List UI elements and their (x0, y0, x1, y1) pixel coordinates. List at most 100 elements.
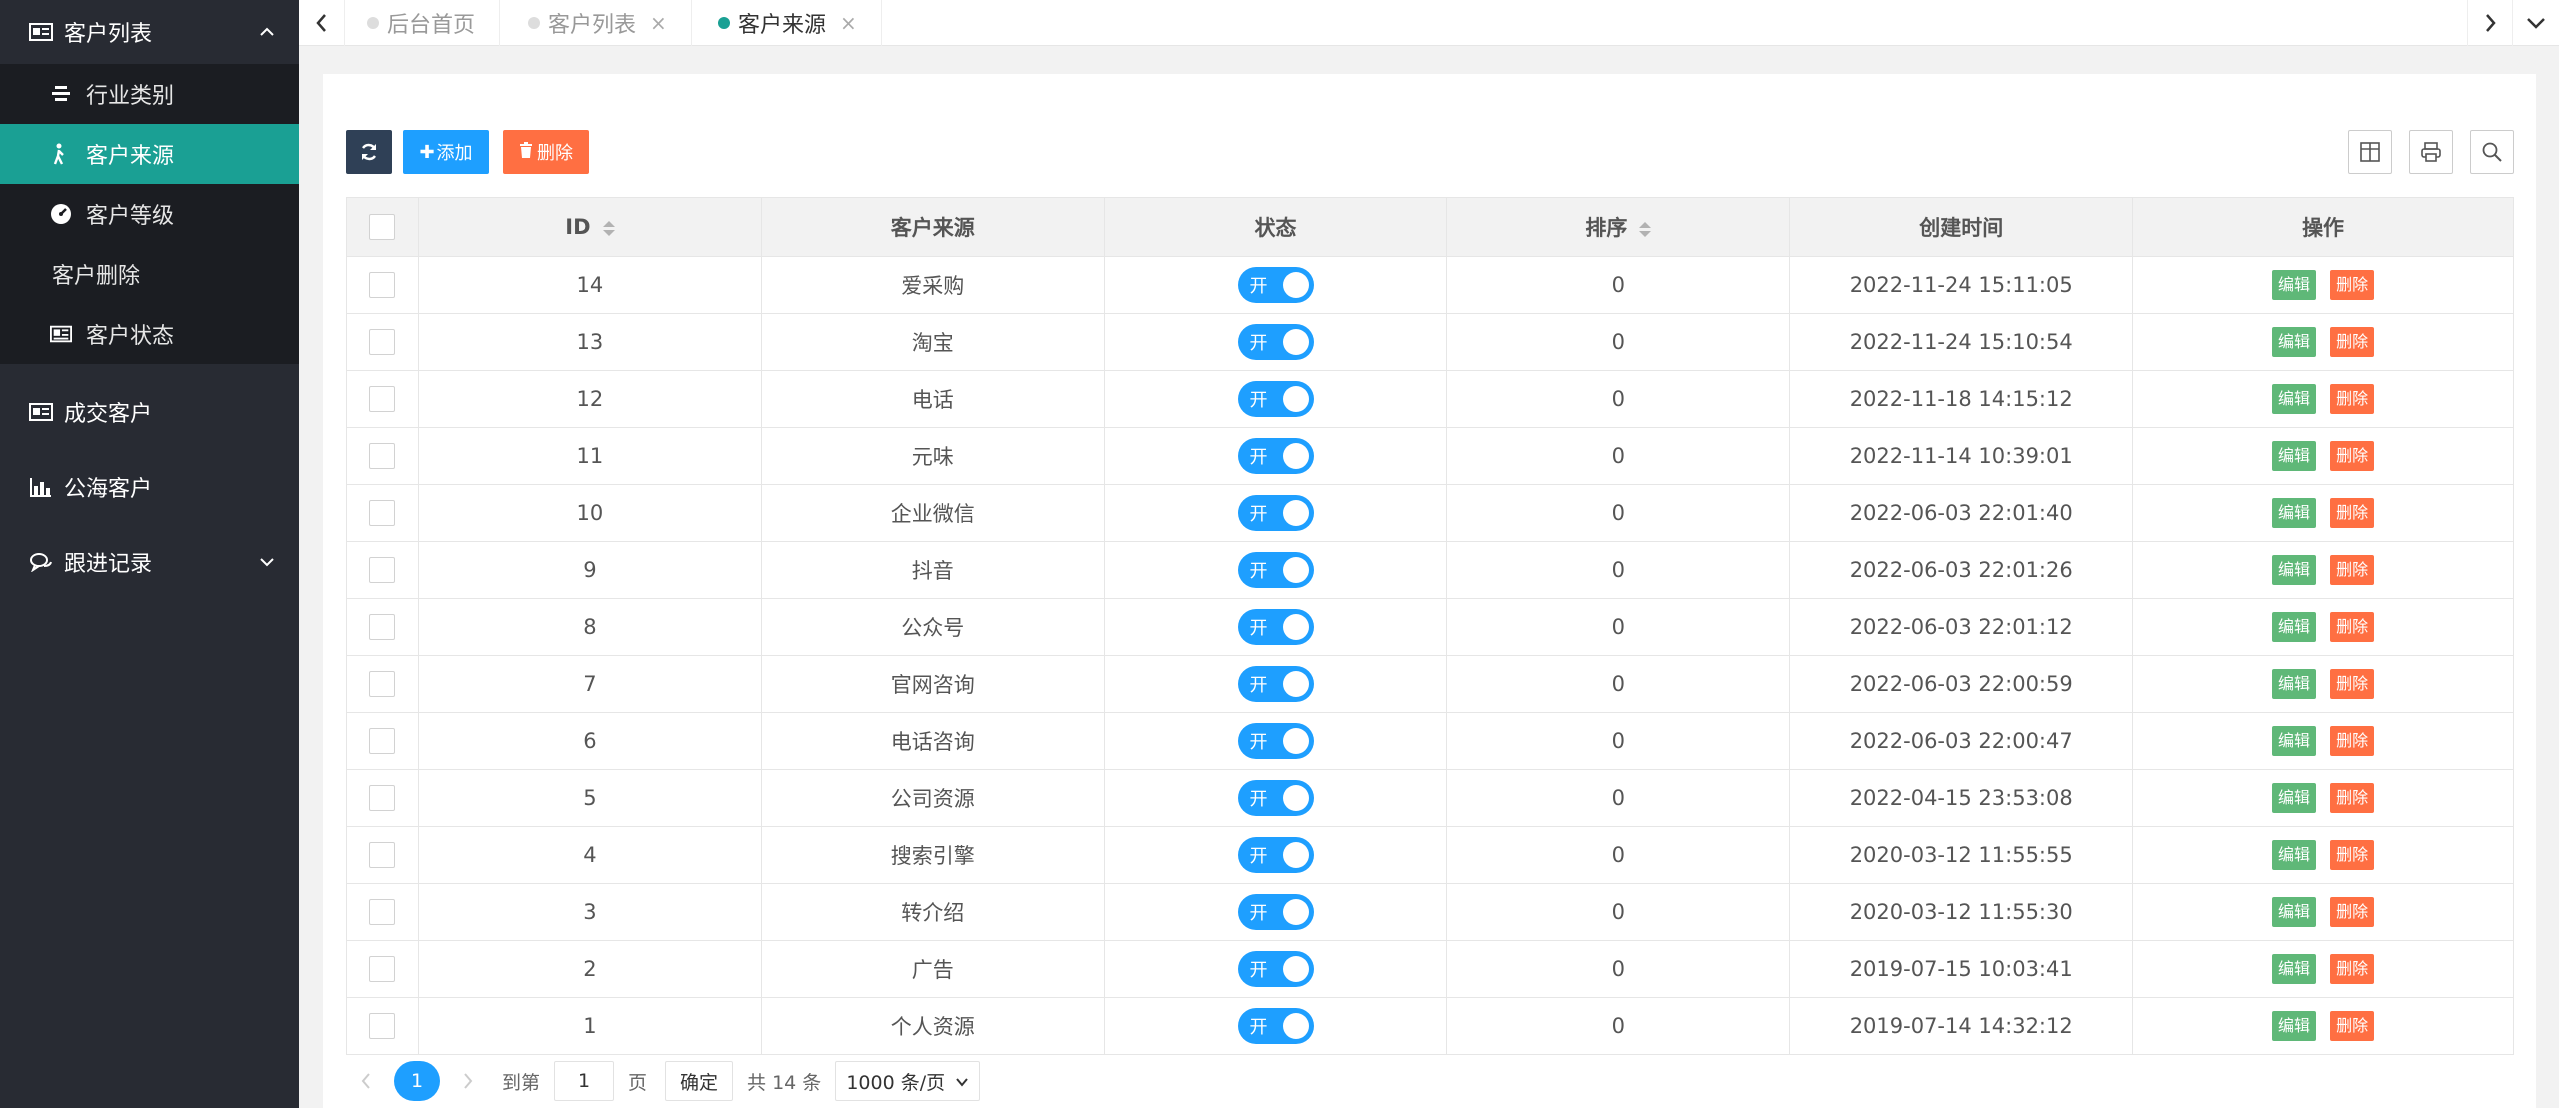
edit-button[interactable]: 编辑 (2272, 726, 2317, 756)
prev-page-button[interactable] (346, 1071, 386, 1091)
goto-confirm-button[interactable]: 确定 (665, 1061, 734, 1101)
delete-button[interactable]: 删除 (2330, 555, 2375, 585)
row-checkbox[interactable] (369, 785, 396, 811)
row-check-cell (346, 997, 419, 1055)
close-icon[interactable]: × (650, 11, 667, 35)
row-checkbox[interactable] (369, 500, 396, 526)
edit-button[interactable]: 编辑 (2272, 498, 2317, 528)
tab-customer-list[interactable]: 客户列表 × (506, 0, 692, 46)
row-checkbox[interactable] (369, 842, 396, 868)
delete-button[interactable]: 删除 (2330, 441, 2375, 471)
next-page-button[interactable] (448, 1071, 488, 1091)
sidebar-item-deleted[interactable]: 客户删除 (0, 244, 299, 304)
sidebar-item-industry[interactable]: 行业类别 (0, 64, 299, 124)
status-switch[interactable]: 开 (1237, 381, 1314, 417)
row-checkbox[interactable] (369, 899, 396, 925)
row-checkbox[interactable] (369, 557, 396, 583)
nav-group-public-customers[interactable]: 公海客户 (0, 449, 299, 524)
header-sort[interactable]: 排序 (1446, 197, 1791, 257)
delete-button[interactable]: 删除 (2330, 498, 2375, 528)
status-switch[interactable]: 开 (1237, 495, 1314, 531)
delete-button[interactable]: 删除 (2330, 384, 2375, 414)
status-switch[interactable]: 开 (1237, 837, 1314, 873)
page-size-value: 1000 条/页 (846, 1071, 946, 1094)
add-button-label: 添加 (436, 143, 473, 164)
delete-button[interactable]: 删除 (2330, 612, 2375, 642)
goto-page-input[interactable]: 1 (554, 1061, 615, 1101)
tab-customer-source[interactable]: 客户来源 × (696, 0, 882, 46)
sort-icon[interactable] (1639, 221, 1652, 237)
delete-button[interactable]: 删除 (2330, 669, 2375, 699)
row-checkbox[interactable] (369, 329, 396, 355)
sort-icon[interactable] (602, 220, 615, 236)
status-switch[interactable]: 开 (1237, 1008, 1314, 1044)
row-checkbox[interactable] (369, 272, 396, 298)
row-checkbox[interactable] (369, 1013, 396, 1039)
status-switch[interactable]: 开 (1237, 780, 1314, 816)
row-checkbox[interactable] (369, 614, 396, 640)
delete-button[interactable]: 删除 (2330, 897, 2375, 927)
edit-button[interactable]: 编辑 (2272, 327, 2317, 357)
delete-button[interactable]: 删除 (2330, 1011, 2375, 1041)
edit-button[interactable]: 编辑 (2272, 270, 2317, 300)
switch-label: 开 (1249, 504, 1268, 525)
edit-button[interactable]: 编辑 (2272, 441, 2317, 471)
edit-button[interactable]: 编辑 (2272, 669, 2317, 699)
edit-button[interactable]: 编辑 (2272, 897, 2317, 927)
current-page[interactable]: 1 (394, 1061, 440, 1101)
delete-button[interactable]: 删除 (2330, 726, 2375, 756)
delete-button[interactable]: 删除 (2330, 954, 2375, 984)
print-button[interactable] (2409, 130, 2453, 174)
sidebar-item-source[interactable]: 客户来源 (0, 124, 299, 184)
delete-button[interactable]: 删除 (2330, 840, 2375, 870)
status-switch[interactable]: 开 (1237, 894, 1314, 930)
status-switch[interactable]: 开 (1237, 723, 1314, 759)
tab-home[interactable]: 后台首页 (345, 0, 501, 46)
add-button[interactable]: ✚ 添加 (403, 130, 489, 174)
search-button[interactable] (2470, 130, 2514, 174)
nav-group-customer-list[interactable]: 客户列表 (0, 0, 299, 64)
status-switch[interactable]: 开 (1237, 666, 1314, 702)
delete-button[interactable]: 删除 (2330, 270, 2375, 300)
edit-button[interactable]: 编辑 (2272, 555, 2317, 585)
status-switch[interactable]: 开 (1237, 951, 1314, 987)
switch-label: 开 (1249, 846, 1268, 867)
select-all-checkbox[interactable] (369, 214, 396, 240)
edit-button[interactable]: 编辑 (2272, 1011, 2317, 1041)
edit-button[interactable]: 编辑 (2272, 783, 2317, 813)
row-checkbox[interactable] (369, 671, 396, 697)
page-size-select[interactable]: 1000 条/页 (835, 1061, 981, 1101)
sidebar-item-status[interactable]: 客户状态 (0, 304, 299, 364)
switch-knob (1282, 614, 1309, 640)
nav-group-deal-customers[interactable]: 成交客户 (0, 374, 299, 449)
edit-button[interactable]: 编辑 (2272, 840, 2317, 870)
total-count: 共 14 条 (747, 1071, 822, 1094)
status-switch[interactable]: 开 (1237, 438, 1314, 474)
tabs-scroll-right-button[interactable] (2467, 0, 2513, 46)
status-switch[interactable]: 开 (1237, 609, 1314, 645)
header-source: 客户来源 (760, 197, 1105, 257)
close-icon[interactable]: × (840, 11, 857, 35)
nav-group-follow-up[interactable]: 跟进记录 (0, 524, 299, 599)
status-switch[interactable]: 开 (1237, 552, 1314, 588)
status-switch[interactable]: 开 (1237, 324, 1314, 360)
sidebar-item-level[interactable]: 客户等级 (0, 184, 299, 244)
delete-button[interactable]: 删除 (2330, 783, 2375, 813)
row-check-cell (346, 484, 419, 542)
cell-status: 开 (1103, 427, 1448, 485)
tabs-scroll-left-button[interactable] (299, 0, 345, 46)
refresh-button[interactable] (346, 130, 392, 174)
status-switch[interactable]: 开 (1237, 267, 1314, 303)
row-checkbox[interactable] (369, 728, 396, 754)
tabs-menu-button[interactable] (2513, 0, 2559, 46)
edit-button[interactable]: 编辑 (2272, 384, 2317, 414)
edit-button[interactable]: 编辑 (2272, 612, 2317, 642)
edit-button[interactable]: 编辑 (2272, 954, 2317, 984)
header-id[interactable]: ID (417, 197, 762, 257)
batch-delete-button[interactable]: 删除 (503, 130, 589, 174)
column-filter-button[interactable] (2348, 130, 2392, 174)
row-checkbox[interactable] (369, 956, 396, 982)
row-checkbox[interactable] (369, 386, 396, 412)
delete-button[interactable]: 删除 (2330, 327, 2375, 357)
row-checkbox[interactable] (369, 443, 396, 469)
